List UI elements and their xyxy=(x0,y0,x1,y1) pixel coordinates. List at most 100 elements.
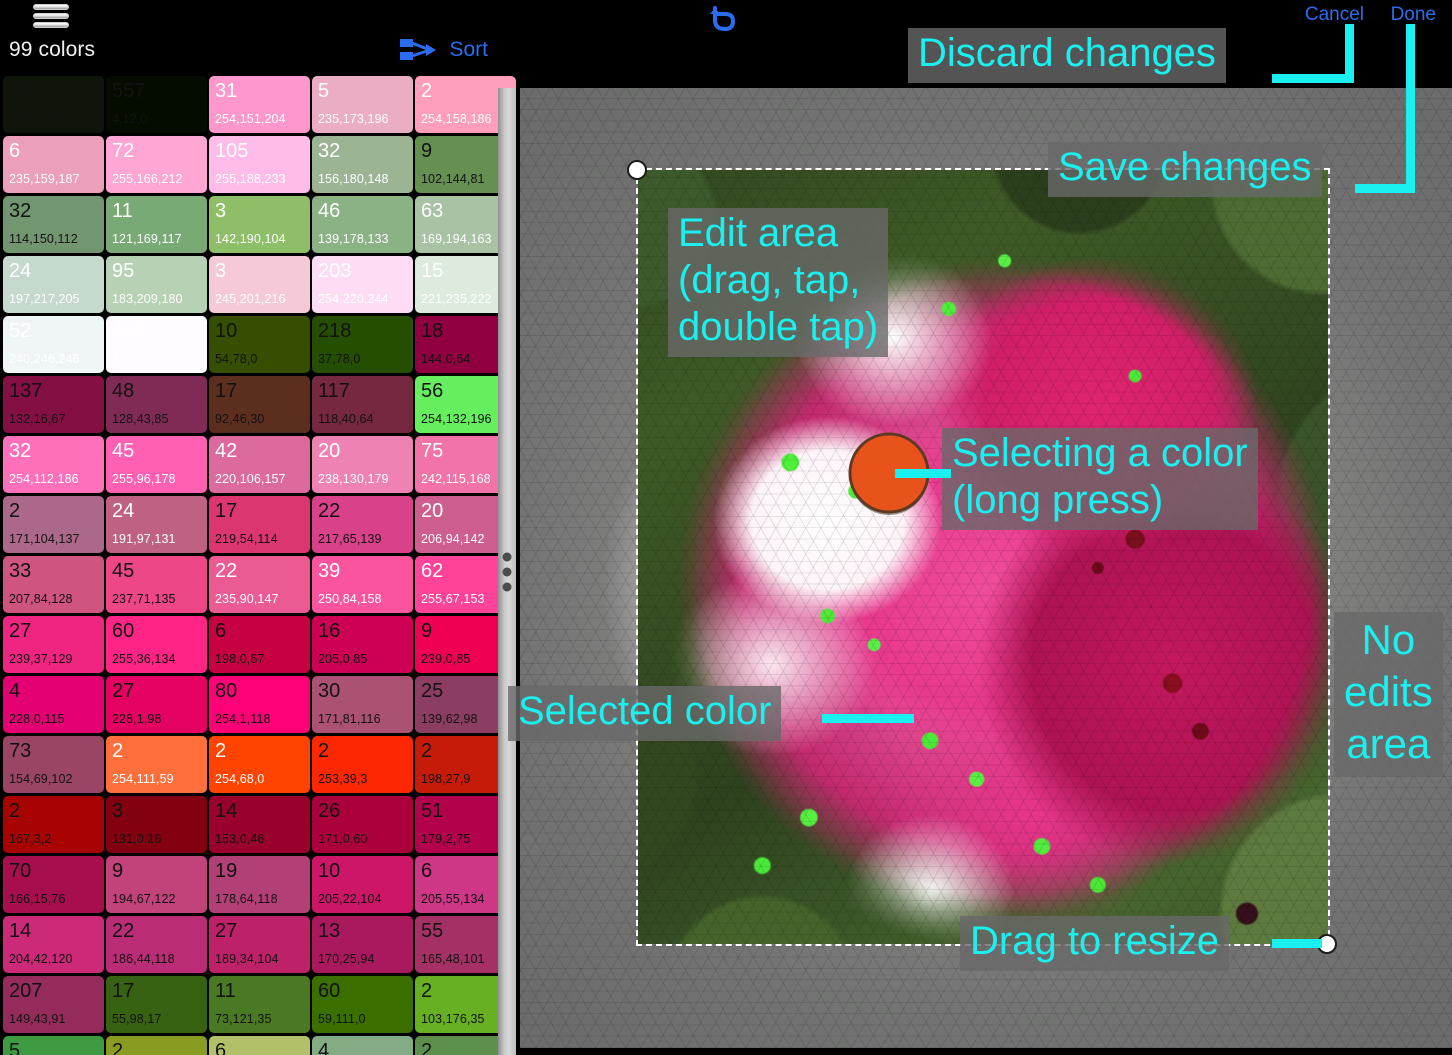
swatch-rgb: 235,159,187 xyxy=(9,172,80,186)
color-swatch[interactable]: 30 171,81,116 xyxy=(312,676,413,733)
color-swatch[interactable]: 6 xyxy=(209,1036,310,1055)
color-swatch[interactable]: 14 204,42,120 xyxy=(3,916,104,973)
color-swatch[interactable]: 52 240,246,246 xyxy=(3,316,104,373)
color-swatch[interactable]: 117 118,40,64 xyxy=(312,376,413,433)
swatch-count: 39 xyxy=(318,560,341,582)
swatch-count: 62 xyxy=(421,560,444,582)
color-swatch[interactable]: 60 59,111,0 xyxy=(312,976,413,1033)
color-swatch[interactable]: 10 54,78,0 xyxy=(209,316,310,373)
color-swatch[interactable]: 31 254,151,204 xyxy=(209,76,310,133)
swatch-count: 2 xyxy=(112,1040,124,1055)
done-button[interactable]: Done xyxy=(1391,4,1436,26)
color-swatch[interactable]: 3 131,0,16 xyxy=(106,796,207,853)
swatch-rgb: 255,96,178 xyxy=(112,472,176,486)
color-swatch[interactable]: 9 194,67,122 xyxy=(106,856,207,913)
color-swatch[interactable]: 16 205,0,85 xyxy=(312,616,413,673)
color-swatch[interactable]: 4 228,0,115 xyxy=(3,676,104,733)
color-swatch[interactable]: 2 253,39,3 xyxy=(312,736,413,793)
color-swatch[interactable]: 137 132,16,67 xyxy=(3,376,104,433)
hamburger-menu-icon[interactable] xyxy=(33,2,69,30)
color-swatch[interactable]: 48 128,43,85 xyxy=(106,376,207,433)
color-swatch[interactable]: 10 205,22,104 xyxy=(312,856,413,913)
swatch-count: 9 xyxy=(112,860,124,882)
color-swatch[interactable]: 17 92,46,30 xyxy=(209,376,310,433)
color-swatch[interactable]: 80 254,1,118 xyxy=(209,676,310,733)
sort-button[interactable]: Sort xyxy=(400,37,488,63)
color-swatch[interactable]: 46 139,178,133 xyxy=(312,196,413,253)
color-swatch[interactable]: 32 114,150,112 xyxy=(3,196,104,253)
color-swatch[interactable]: 207 149,43,91 xyxy=(3,976,104,1033)
color-swatch-grid[interactable]: 57 15,21,11 557 4,12,0 31 254,151,204 5 235,173… xyxy=(3,76,516,1055)
color-swatch[interactable]: 32 156,180,148 xyxy=(312,136,413,193)
color-swatch[interactable]: 73 154,69,102 xyxy=(3,736,104,793)
color-swatch[interactable]: 557 4,12,0 xyxy=(106,76,207,133)
color-swatch[interactable]: 2 xyxy=(106,1036,207,1055)
panel-splitter-handle[interactable] xyxy=(498,88,516,1055)
color-swatch[interactable]: 11 121,169,117 xyxy=(106,196,207,253)
color-swatch[interactable]: 5 235,173,196 xyxy=(312,76,413,133)
color-swatch[interactable]: 3 142,190,104 xyxy=(209,196,310,253)
swatch-rgb: 228,0,115 xyxy=(9,712,65,726)
color-swatch[interactable]: 20 238,130,179 xyxy=(312,436,413,493)
swatch-count: 19 xyxy=(215,860,238,882)
color-swatch[interactable]: 57 15,21,11 xyxy=(3,76,104,133)
color-swatch[interactable]: 22 217,65,139 xyxy=(312,496,413,553)
color-swatch[interactable]: 27 189,34,104 xyxy=(209,916,310,973)
color-swatch[interactable]: 17 219,54,114 xyxy=(209,496,310,553)
color-swatch[interactable]: 72 255,166,212 xyxy=(106,136,207,193)
color-swatch[interactable]: 95 183,209,180 xyxy=(106,256,207,313)
color-swatch[interactable]: 11 73,121,35 xyxy=(209,976,310,1033)
color-swatch[interactable]: 45 255,96,178 xyxy=(106,436,207,493)
color-swatch[interactable]: 19 178,64,118 xyxy=(209,856,310,913)
color-swatch[interactable]: 60 255,36,134 xyxy=(106,616,207,673)
color-swatch[interactable]: 22 186,44,118 xyxy=(106,916,207,973)
color-swatch[interactable]: 42 220,106,157 xyxy=(209,436,310,493)
color-swatch[interactable]: 45 237,71,135 xyxy=(106,556,207,613)
color-swatch[interactable]: 2 254,111,59 xyxy=(106,736,207,793)
color-swatch[interactable]: 4 xyxy=(312,1036,413,1055)
swatch-rgb: 73,121,35 xyxy=(215,1012,272,1026)
color-swatch[interactable]: 33 207,84,128 xyxy=(3,556,104,613)
color-swatch[interactable]: 13 170,25,94 xyxy=(312,916,413,973)
color-swatch[interactable]: 26 171,0,60 xyxy=(312,796,413,853)
swatch-rgb: 245,201,216 xyxy=(215,292,286,306)
color-swatch[interactable]: 24 197,217,205 xyxy=(3,256,104,313)
swatch-rgb: 167,3,2 xyxy=(9,832,52,846)
color-swatch[interactable]: 2 254,68,0 xyxy=(209,736,310,793)
edit-selection-region[interactable] xyxy=(636,168,1330,946)
color-swatch[interactable]: 27 228,1,98 xyxy=(106,676,207,733)
swatch-rgb: 142,190,104 xyxy=(215,232,286,246)
color-swatch[interactable]: 6 235,159,187 xyxy=(3,136,104,193)
color-swatch[interactable]: 24 191,97,131 xyxy=(106,496,207,553)
cancel-button[interactable]: Cancel xyxy=(1305,4,1364,26)
color-picker-cursor[interactable] xyxy=(843,428,935,520)
sort-icon xyxy=(400,39,437,60)
swatch-rgb: 169,194,163 xyxy=(421,232,492,246)
color-swatch[interactable]: 22 235,90,147 xyxy=(209,556,310,613)
color-swatch[interactable]: 17 55,98,17 xyxy=(106,976,207,1033)
swatch-rgb: 37,78,0 xyxy=(318,352,361,366)
color-swatch[interactable]: 218 37,78,0 xyxy=(312,316,413,373)
color-swatch[interactable]: 32 254,112,186 xyxy=(3,436,104,493)
swatch-count: 2 xyxy=(421,80,433,102)
color-swatch[interactable]: 2 167,3,2 xyxy=(3,796,104,853)
color-swatch[interactable]: 105 255,188,233 xyxy=(209,136,310,193)
color-swatch[interactable]: 39 250,84,158 xyxy=(312,556,413,613)
resize-handle-top-left[interactable] xyxy=(627,160,647,180)
undo-button[interactable] xyxy=(706,2,740,41)
image-preview-color xyxy=(638,170,1328,944)
resize-handle-bottom-right[interactable] xyxy=(1317,934,1337,954)
color-swatch[interactable]: 27 239,37,129 xyxy=(3,616,104,673)
color-swatch[interactable]: 490 254,252,255 xyxy=(106,316,207,373)
color-swatch[interactable]: 70 166,15,76 xyxy=(3,856,104,913)
swatch-count: 46 xyxy=(318,200,341,222)
color-swatch[interactable]: 2 171,104,137 xyxy=(3,496,104,553)
swatch-rgb: 59,111,0 xyxy=(318,1012,366,1026)
swatch-rgb: 4,12,0 xyxy=(112,112,148,126)
color-swatch[interactable]: 203 254,220,244 xyxy=(312,256,413,313)
color-swatch[interactable]: 14 153,0,46 xyxy=(209,796,310,853)
color-swatch[interactable]: 5 xyxy=(3,1036,104,1055)
color-swatch[interactable]: 3 245,201,216 xyxy=(209,256,310,313)
image-canvas[interactable] xyxy=(520,88,1452,1048)
color-swatch[interactable]: 6 198,0,67 xyxy=(209,616,310,673)
